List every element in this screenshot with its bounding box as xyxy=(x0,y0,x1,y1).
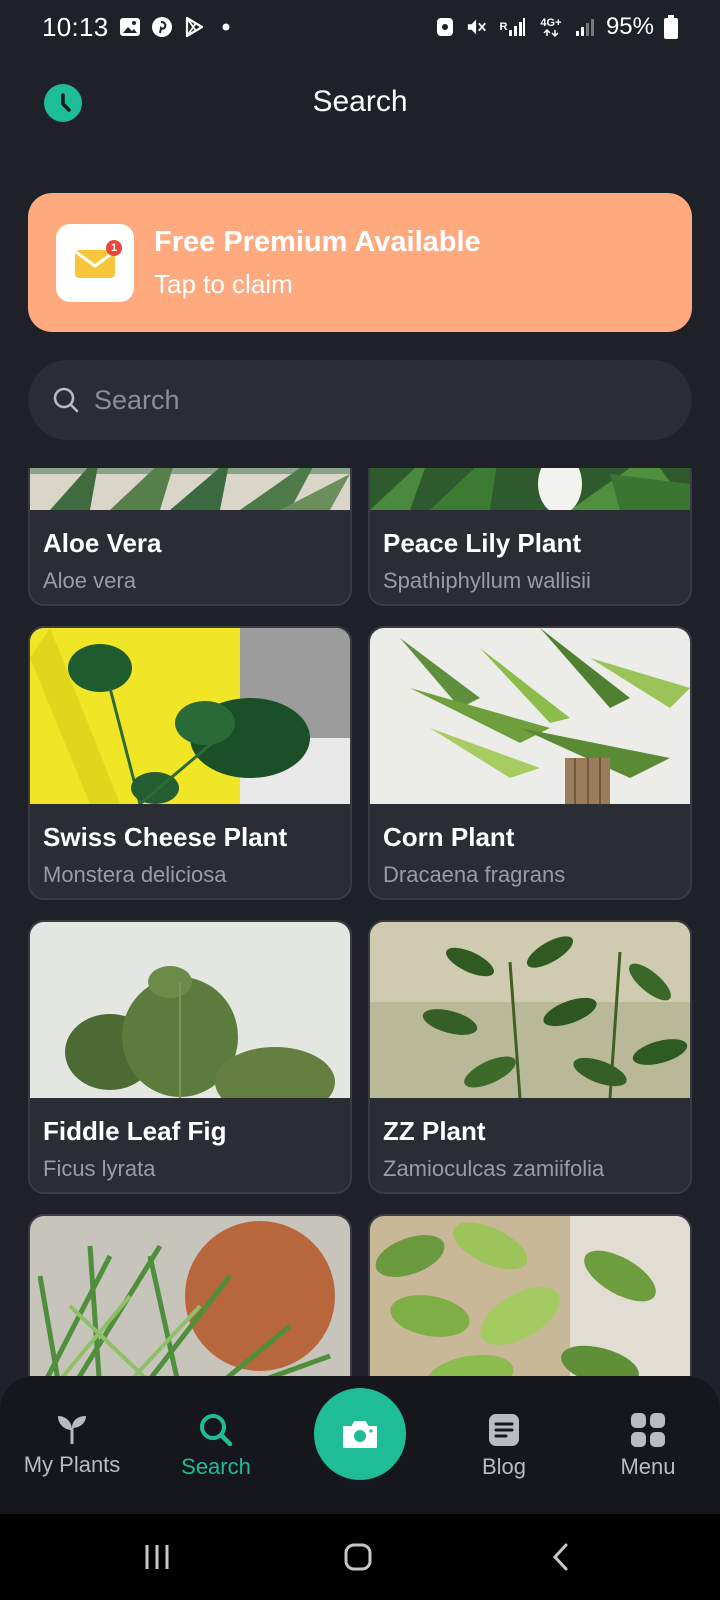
battery-percentage: 95% xyxy=(605,13,654,40)
network-type-icon: 4G+ xyxy=(538,16,564,38)
signal-strength-icon xyxy=(574,16,596,38)
plant-scientific-name: Spathiphyllum wallisii xyxy=(383,568,591,593)
plant-scientific-name: Aloe vera xyxy=(43,568,136,593)
plant-name: Fiddle Leaf Fig xyxy=(43,1116,227,1146)
status-right: R 4G+ 95% xyxy=(434,13,678,41)
plant-card-zz-plant[interactable]: ZZ Plant Zamioculcas zamiifolia xyxy=(368,920,692,1194)
plant-card-dieffenbachia[interactable] xyxy=(368,1214,692,1376)
header: Search xyxy=(0,70,720,134)
search-icon xyxy=(200,1414,233,1447)
plant-image-peace-lily xyxy=(370,468,690,510)
lock-screen-icon xyxy=(434,16,456,38)
status-time: 10:13 xyxy=(42,11,109,42)
notification-badge: 1 xyxy=(106,239,122,256)
plant-name: Swiss Cheese Plant xyxy=(43,822,288,852)
nav-label: Search xyxy=(181,1454,251,1479)
banner-subtitle: Tap to claim xyxy=(154,268,293,299)
nav-my-plants[interactable]: My Plants xyxy=(2,1412,142,1478)
plant-image-zz-plant xyxy=(370,922,690,1098)
mail-icon-container: 1 xyxy=(56,223,134,302)
plant-name: Aloe Vera xyxy=(43,528,162,558)
plant-card-swiss-cheese-plant[interactable]: Swiss Cheese Plant Monstera deliciosa xyxy=(28,626,352,900)
plant-card-spider-plant[interactable] xyxy=(28,1214,352,1376)
roaming-label: R xyxy=(499,20,508,33)
plant-image-corn-plant xyxy=(370,628,690,804)
back-icon xyxy=(552,1543,568,1571)
page-title: Search xyxy=(312,85,408,118)
bottom-navigation: My Plants Search Blog Menu xyxy=(0,1376,720,1514)
play-store-icon xyxy=(183,16,205,38)
plant-card-fiddle-leaf-fig[interactable]: Fiddle Leaf Fig Ficus lyrata xyxy=(28,920,352,1194)
banner-title: Free Premium Available xyxy=(154,225,481,258)
sprout-icon xyxy=(58,1416,86,1444)
gallery-icon xyxy=(119,16,141,38)
plant-name: Peace Lily Plant xyxy=(383,528,581,558)
nav-blog[interactable]: Blog xyxy=(434,1412,574,1480)
premium-banner[interactable]: 1 Free Premium Available Tap to claim xyxy=(28,193,692,332)
plant-scientific-name: Ficus lyrata xyxy=(43,1156,156,1181)
plant-image-swiss-cheese xyxy=(30,628,350,804)
notification-dot-icon xyxy=(215,16,237,38)
nav-label: Menu xyxy=(620,1454,676,1479)
nav-label: My Plants xyxy=(23,1452,121,1477)
nav-menu[interactable]: Menu xyxy=(578,1412,718,1480)
pinterest-icon xyxy=(151,16,173,38)
nav-label: Blog xyxy=(481,1454,527,1479)
plant-image-spider-plant xyxy=(30,1216,350,1376)
plant-name: ZZ Plant xyxy=(383,1116,486,1146)
plant-name: Corn Plant xyxy=(383,822,515,852)
search-icon xyxy=(53,387,79,413)
search-field[interactable] xyxy=(28,360,692,440)
back-button[interactable] xyxy=(541,1540,581,1574)
plant-grid[interactable]: Aloe Vera Aloe vera Peace Lily Plant Spa… xyxy=(0,468,720,1376)
banner-text: Free Premium Available Tap to claim xyxy=(154,226,481,300)
plant-card-corn-plant[interactable]: Corn Plant Dracaena fragrans xyxy=(368,626,692,900)
status-left: 10:13 xyxy=(42,12,237,43)
document-icon xyxy=(489,1414,519,1446)
nav-search[interactable]: Search xyxy=(146,1412,286,1480)
camera-scan-button[interactable] xyxy=(314,1388,406,1480)
battery-icon xyxy=(664,15,678,39)
plant-scientific-name: Monstera deliciosa xyxy=(43,862,227,887)
signal-roaming-icon: R xyxy=(498,16,528,38)
plant-image-aloe-vera xyxy=(30,468,350,510)
grid-menu-icon xyxy=(631,1413,665,1447)
network-label: 4G+ xyxy=(540,16,562,29)
history-button[interactable] xyxy=(44,84,82,122)
home-button[interactable] xyxy=(338,1540,378,1574)
search-input[interactable] xyxy=(94,384,614,416)
system-navigation-bar xyxy=(0,1514,720,1600)
plant-card-peace-lily[interactable]: Peace Lily Plant Spathiphyllum wallisii xyxy=(368,468,692,606)
recent-apps-icon xyxy=(145,1545,169,1569)
home-icon xyxy=(344,1543,372,1571)
recent-apps-button[interactable] xyxy=(137,1540,177,1574)
plant-scientific-name: Zamioculcas zamiifolia xyxy=(383,1156,605,1181)
status-bar: 10:13 R 4G+ 95% xyxy=(0,0,720,54)
plant-image-dieffenbachia xyxy=(370,1216,690,1376)
plant-scientific-name: Dracaena fragrans xyxy=(383,862,566,887)
camera-icon xyxy=(343,1421,377,1448)
plant-image-fiddle-leaf-fig xyxy=(30,922,350,1098)
clock-icon xyxy=(61,93,71,112)
plant-card-aloe-vera[interactable]: Aloe Vera Aloe vera xyxy=(28,468,352,606)
mute-icon xyxy=(466,16,488,38)
